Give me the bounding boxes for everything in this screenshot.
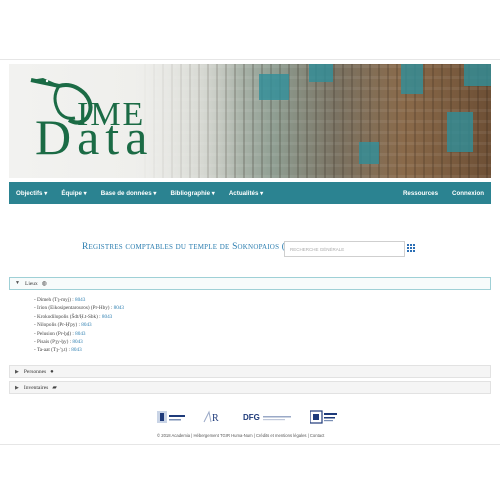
top-divider <box>0 59 500 60</box>
list-item: - Dimeh (Tȝ-myj) : 8043 <box>34 297 86 303</box>
footer-text: © 2018 Academia | Hébergement TGIR Huma-… <box>157 433 325 438</box>
nav-base-de-donnees[interactable]: Base de données ▾ <box>94 190 164 197</box>
panel-inventaires-label: Inventaires <box>23 384 49 391</box>
reference-link[interactable]: 8043 <box>114 305 124 311</box>
main-navbar: Objectifs ▾ Équipe ▾ Base de données ▾ B… <box>9 182 491 204</box>
list-item: - Nilopolis (Pr-Ḥ'py) : 8043 <box>34 322 92 329</box>
lieux-list: - Dimeh (Tȝ-myj) : 8043 - Irion (Eikosip… <box>34 296 124 355</box>
globe-icon: ◍ <box>41 281 48 287</box>
list-item: - Pelusion (Pr-ḫḏ) : 8043 <box>34 330 86 337</box>
partner-logo-akademie-wissenschaften[interactable] <box>310 410 338 424</box>
partner-logo-dfg[interactable]: DFG <box>243 410 295 424</box>
caret-right-icon: ▶ <box>15 369 19 375</box>
reference-link[interactable]: 8043 <box>75 297 85 303</box>
panel-personnes-header[interactable]: ▶ Personnes ● <box>9 365 491 378</box>
nav-objectifs[interactable]: Objectifs ▾ <box>9 190 54 197</box>
list-item: - Irion (Eikosipentarouros) (Pr-Hby) : 8… <box>34 305 124 312</box>
panel-personnes-label: Personnes <box>23 368 47 375</box>
nav-actualites[interactable]: Actualités ▾ <box>222 190 270 197</box>
partner-logo-nr[interactable]: R <box>202 410 228 424</box>
panel-inventaires-header[interactable]: ▶ Inventaires ▰ <box>9 381 491 394</box>
caret-right-icon: ▶ <box>15 385 19 391</box>
caret-down-icon: ▼ <box>15 281 20 286</box>
user-icon: ● <box>50 368 54 375</box>
partner-logos: R DFG <box>157 410 338 424</box>
nav-bibliographie[interactable]: Bibliographie ▾ <box>163 190 221 197</box>
page-title: Registres comptables du temple de Soknop… <box>82 242 296 252</box>
site-banner: IME Data <box>9 64 491 178</box>
nav-equipe[interactable]: Équipe ▾ <box>54 190 93 197</box>
reference-link[interactable]: 8043 <box>72 339 82 345</box>
folder-open-icon: ▰ <box>52 385 57 391</box>
search-input[interactable]: RECHERCHE GÉNÉRALE <box>284 241 405 257</box>
panel-lieux-header[interactable]: ▼ Lieux ◍ <box>9 277 491 290</box>
svg-text:DFG: DFG <box>243 413 260 422</box>
grid-view-icon[interactable] <box>407 244 415 252</box>
panel-lieux-label: Lieux <box>24 280 38 287</box>
partner-logo-akademie[interactable] <box>157 410 187 424</box>
reference-link[interactable]: 8043 <box>71 347 81 353</box>
nav-connexion[interactable]: Connexion <box>445 190 491 197</box>
reference-link[interactable]: 8043 <box>102 314 112 320</box>
list-item: - Pisais (Pȝy-ḫy) : 8043 <box>34 339 83 346</box>
list-item: - Krokodilopolis (Šdt/Ḥ.t-Sbk) : 8043 <box>34 313 113 320</box>
list-item: - Ta-aat (Tȝ-'ȝ.t) : 8043 <box>34 347 82 354</box>
logo-data-text: Data <box>35 109 154 165</box>
reference-link[interactable]: 8043 <box>75 331 85 337</box>
nav-ressources[interactable]: Ressources <box>396 190 445 197</box>
bottom-divider <box>0 444 500 445</box>
svg-text:R: R <box>212 413 219 424</box>
reference-link[interactable]: 8043 <box>81 322 91 328</box>
